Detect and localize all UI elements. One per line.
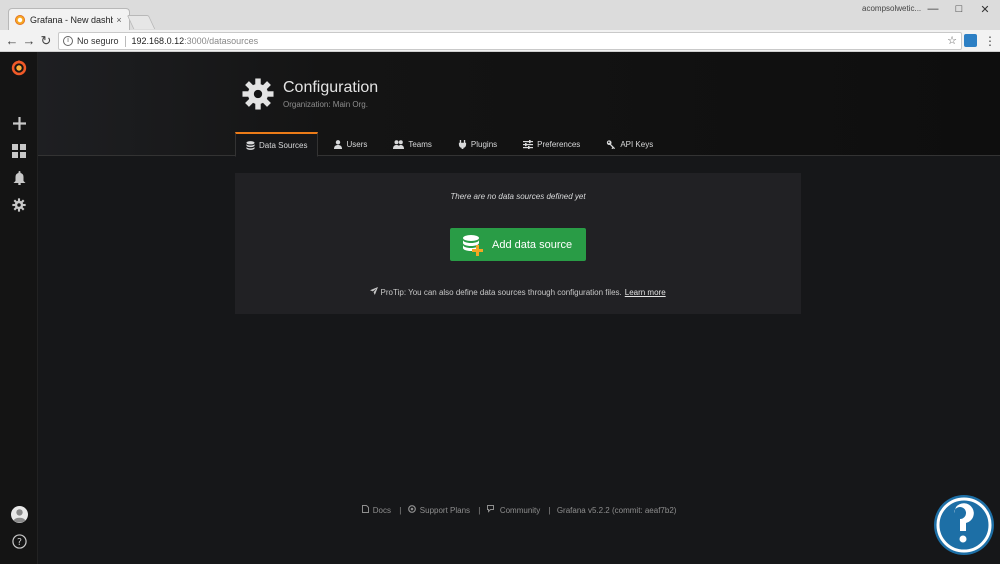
reload-icon[interactable]: ↻ bbox=[38, 33, 54, 49]
version-label: Grafana v5.2.2 (commit: aeaf7b2) bbox=[556, 506, 677, 515]
grafana-logo-icon[interactable] bbox=[0, 59, 38, 77]
tab-data-sources[interactable]: Data Sources bbox=[235, 132, 319, 157]
sliders-icon bbox=[523, 139, 534, 149]
alerting-bell-icon[interactable] bbox=[0, 171, 38, 185]
support-plans-label: Support Plans bbox=[419, 506, 471, 515]
tab-label: Preferences bbox=[537, 139, 581, 149]
add-data-source-button[interactable]: Add data source bbox=[450, 228, 586, 261]
url-host: 192.168.0.12 bbox=[131, 36, 185, 46]
document-icon bbox=[361, 505, 369, 513]
tab-label: Teams bbox=[408, 139, 432, 149]
info-icon[interactable]: i bbox=[63, 36, 73, 46]
tab-plugins[interactable]: Plugins bbox=[448, 132, 507, 156]
add-data-source-label: Add data source bbox=[492, 238, 573, 251]
tab-label: API Keys bbox=[620, 139, 654, 149]
tab-close-icon[interactable]: × bbox=[113, 15, 125, 25]
community-link[interactable]: Community bbox=[486, 505, 545, 515]
address-bar[interactable]: i No seguro 192.168.0.12 :3000/datasourc… bbox=[58, 32, 962, 50]
browser-tab[interactable]: Grafana - New dashboard × bbox=[8, 8, 130, 30]
empty-datasources-panel: There are no data sources defined yet Ad… bbox=[235, 173, 801, 314]
bookmark-star-icon[interactable]: ☆ bbox=[947, 34, 957, 47]
protip: ProTip: You can also define data sources… bbox=[235, 287, 801, 297]
configuration-gear-icon[interactable] bbox=[0, 198, 38, 212]
browser-menu-icon[interactable]: ⋮ bbox=[984, 33, 996, 49]
page-header: Configuration Organization: Main Org. Da… bbox=[38, 52, 1000, 157]
docs-label: Docs bbox=[372, 506, 391, 515]
create-plus-icon[interactable] bbox=[0, 117, 38, 130]
footer-separator: | bbox=[399, 506, 402, 515]
main-content: Configuration Organization: Main Org. Da… bbox=[38, 52, 1000, 564]
plug-icon bbox=[458, 139, 467, 149]
protip-text: ProTip: You can also define data sources… bbox=[380, 288, 622, 297]
browser-tab-title: Grafana - New dashboard bbox=[30, 14, 113, 25]
support-lifebuoy-icon bbox=[407, 505, 416, 513]
tab-label: Data Sources bbox=[259, 140, 308, 150]
user-avatar[interactable] bbox=[0, 506, 38, 523]
users-icon bbox=[393, 139, 405, 149]
tab-teams[interactable]: Teams bbox=[383, 132, 442, 156]
rocket-icon bbox=[370, 287, 379, 295]
back-icon[interactable]: ← bbox=[4, 33, 20, 49]
comments-icon bbox=[486, 505, 494, 513]
footer-separator: | bbox=[548, 506, 551, 515]
extension-icon[interactable] bbox=[964, 34, 977, 47]
help-icon[interactable]: ? bbox=[0, 534, 38, 549]
minimize-icon[interactable]: — bbox=[920, 0, 946, 18]
key-icon bbox=[607, 139, 616, 149]
url-path: :3000/datasources bbox=[184, 36, 259, 46]
new-tab-button[interactable] bbox=[126, 15, 156, 29]
support-plans-link[interactable]: Support Plans bbox=[407, 505, 475, 515]
browser-toolbar: ← → ↻ i No seguro 192.168.0.12 :3000/dat… bbox=[0, 30, 1000, 52]
database-icon bbox=[246, 140, 255, 150]
forward-icon[interactable]: → bbox=[21, 33, 37, 49]
security-label: No seguro bbox=[77, 36, 119, 46]
learn-more-link[interactable]: Learn more bbox=[625, 288, 666, 297]
configuration-header-gear-icon bbox=[242, 78, 274, 115]
address-separator bbox=[124, 35, 126, 47]
database-add-icon bbox=[463, 234, 483, 256]
page-title: Configuration bbox=[283, 79, 379, 96]
watermark-logo bbox=[932, 493, 996, 557]
side-menu: ? bbox=[0, 52, 38, 564]
footer: Docs | Support Plans | Community | Grafa… bbox=[38, 505, 1000, 515]
tab-preferences[interactable]: Preferences bbox=[513, 132, 590, 156]
maximize-icon[interactable]: □ bbox=[946, 0, 972, 18]
empty-state-message: There are no data sources defined yet bbox=[450, 192, 586, 201]
grafana-favicon-icon bbox=[15, 14, 25, 25]
community-label: Community bbox=[499, 506, 541, 515]
dashboards-grid-icon[interactable] bbox=[0, 144, 38, 158]
tab-label: Users bbox=[346, 139, 368, 149]
browser-profile-label[interactable]: acompsolwetic... bbox=[862, 4, 921, 13]
tab-label: Plugins bbox=[470, 139, 498, 149]
svg-text:?: ? bbox=[17, 537, 22, 548]
close-window-icon[interactable]: ✕ bbox=[972, 0, 998, 18]
page-subtitle: Organization: Main Org. bbox=[283, 100, 368, 109]
tab-users[interactable]: Users bbox=[324, 132, 377, 156]
user-icon bbox=[334, 139, 343, 149]
footer-separator: | bbox=[478, 506, 481, 515]
config-tabs: Data Sources Users Teams Plugins Prefere… bbox=[235, 132, 669, 157]
docs-link[interactable]: Docs bbox=[361, 505, 396, 515]
tab-api-keys[interactable]: API Keys bbox=[596, 132, 663, 156]
browser-titlebar: Grafana - New dashboard × acompsolwetic.… bbox=[0, 0, 1000, 30]
